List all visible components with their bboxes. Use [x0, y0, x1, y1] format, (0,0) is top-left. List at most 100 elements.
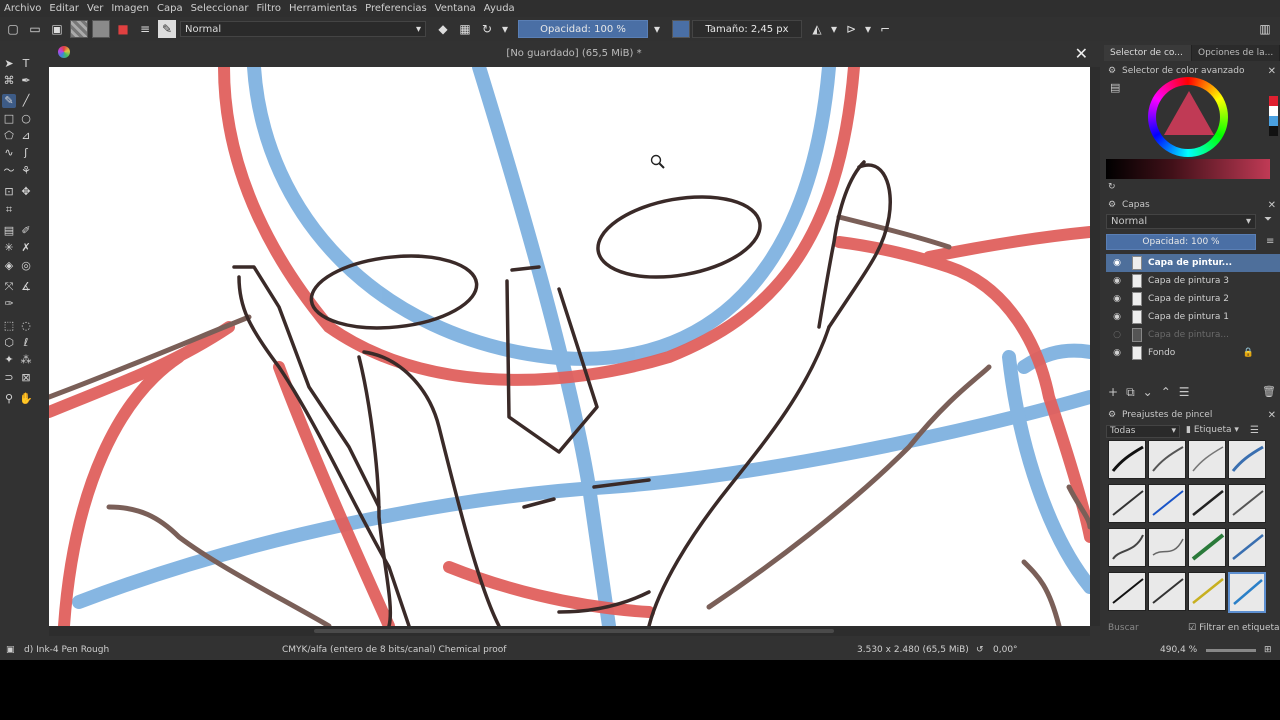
refresh-icon[interactable]: ↻ — [1108, 182, 1116, 192]
close-icon[interactable]: ✕ — [1268, 66, 1276, 77]
ellipse-select-icon[interactable]: ◌ — [19, 319, 33, 333]
brush-settings-icon[interactable]: ≡ — [136, 20, 154, 38]
new-document-icon[interactable]: ▢ — [4, 20, 22, 38]
menu-capa[interactable]: Capa — [153, 3, 187, 14]
pan-tool-icon[interactable]: ✋ — [19, 392, 33, 406]
similar-select-icon[interactable]: ⁂ — [19, 353, 33, 367]
brush-search-input[interactable]: Buscar — [1108, 623, 1139, 633]
zoom-menu-icon[interactable]: ⊞ — [1264, 645, 1272, 655]
edit-shapes-icon[interactable]: ⌘ — [2, 74, 16, 88]
brush-preset-selected[interactable] — [1228, 572, 1266, 613]
settings-icon[interactable]: ▤ — [1110, 81, 1120, 94]
brush-preset[interactable] — [1148, 440, 1186, 479]
brush-preset[interactable] — [1228, 484, 1266, 523]
eye-hidden-icon[interactable]: ○ — [1110, 330, 1124, 340]
eye-icon[interactable]: ◉ — [1110, 348, 1124, 358]
trash-icon[interactable]: 🗑 — [1262, 385, 1276, 398]
brush-filter-select[interactable]: Todas ▾ — [1106, 425, 1180, 438]
brush-preset[interactable] — [1148, 572, 1186, 611]
menu-imagen[interactable]: Imagen — [107, 3, 153, 14]
vertical-scrollbar[interactable] — [1090, 67, 1100, 626]
reference-tool-icon[interactable]: ✑ — [2, 297, 16, 311]
menu-archivo[interactable]: Archivo — [0, 3, 45, 14]
chevron-down-icon[interactable]: ▾ — [864, 20, 872, 38]
gradient-swatch[interactable] — [70, 20, 88, 38]
duplicate-layer-icon[interactable]: ⧉ — [1126, 385, 1135, 400]
open-folder-icon[interactable]: ▭ — [26, 20, 44, 38]
brush-preset[interactable] — [1228, 528, 1266, 567]
brush-preset[interactable] — [1188, 572, 1226, 611]
gear-icon[interactable]: ⚙ — [1108, 410, 1116, 420]
fill-tool-icon[interactable]: ◈ — [2, 259, 16, 273]
save-icon[interactable]: ▣ — [48, 20, 66, 38]
menu-seleccionar[interactable]: Seleccionar — [187, 3, 253, 14]
horizontal-scrollbar[interactable] — [49, 626, 1090, 636]
move-tool-icon[interactable]: ✥ — [19, 185, 33, 199]
assistant-tool-icon[interactable]: ⤧ — [2, 280, 16, 294]
wrap-icon[interactable]: ⌐ — [876, 20, 894, 38]
mirror-vertical-icon[interactable]: ⊳ — [842, 20, 860, 38]
menu-preferencias[interactable]: Preferencias — [361, 3, 431, 14]
brush-preset[interactable] — [1228, 440, 1266, 479]
color-history-strip[interactable] — [1269, 96, 1278, 136]
menu-ver[interactable]: Ver — [83, 3, 107, 14]
bezier-tool-icon[interactable]: ∿ — [2, 146, 16, 160]
hue-ring[interactable] — [1148, 77, 1228, 157]
brush-preset[interactable] — [1108, 484, 1146, 523]
color-picker-icon[interactable]: ✐ — [19, 224, 33, 238]
zoom-tool-icon[interactable]: ⚲ — [2, 392, 16, 406]
chevron-down-icon[interactable]: ▾ — [652, 20, 662, 38]
zoom-slider[interactable] — [1206, 649, 1256, 652]
transform-tool-icon[interactable]: ⊡ — [2, 185, 16, 199]
polygon-tool-icon[interactable]: ⬠ — [2, 129, 16, 143]
menu-ayuda[interactable]: Ayuda — [480, 3, 519, 14]
menu-ventana[interactable]: Ventana — [431, 3, 480, 14]
magnetic-select-icon[interactable]: ⊠ — [19, 371, 33, 385]
brush-preset[interactable] — [1148, 484, 1186, 523]
select-shapes-icon[interactable]: ➤ — [2, 57, 16, 71]
layer-row[interactable]: ◉ Capa de pintura 2 — [1106, 290, 1280, 308]
checkbox-icon[interactable]: ☑ — [1188, 623, 1196, 633]
eye-icon[interactable]: ◉ — [1110, 258, 1124, 268]
freehand-path-icon[interactable]: ʃ — [19, 146, 33, 160]
smart-patch-icon[interactable]: ✗ — [19, 241, 33, 255]
close-icon[interactable]: ✕ — [1268, 410, 1276, 421]
chevron-down-icon[interactable]: ▾ — [830, 20, 838, 38]
add-layer-icon[interactable]: + — [1108, 385, 1118, 400]
brush-preset[interactable] — [1188, 440, 1226, 479]
brush-preset-icon[interactable]: ✎ — [158, 20, 176, 38]
layer-properties-icon[interactable]: ☰ — [1179, 385, 1190, 400]
brush-preset[interactable] — [1108, 528, 1146, 567]
blend-mode-select[interactable]: Normal ▾ — [180, 21, 426, 37]
bezier-select-icon[interactable]: ⊃ — [2, 371, 16, 385]
polyline-tool-icon[interactable]: ⊿ — [19, 129, 33, 143]
pattern-swatch[interactable] — [92, 20, 110, 38]
menu-icon[interactable]: ≡ — [1266, 236, 1274, 247]
layer-row[interactable]: ◉ Capa de pintura 3 — [1106, 272, 1280, 290]
status-zoom[interactable]: 490,4 % — [1160, 645, 1197, 655]
eye-icon[interactable]: ◉ — [1110, 276, 1124, 286]
text-tool-icon[interactable]: T — [19, 57, 33, 71]
eye-icon[interactable]: ◉ — [1110, 294, 1124, 304]
ellipse-tool-icon[interactable]: ○ — [19, 112, 33, 126]
freehand-brush-icon[interactable]: ✎ — [2, 94, 16, 108]
multibrush-icon[interactable]: ⚘ — [19, 164, 33, 178]
close-icon[interactable]: ✕ — [1268, 200, 1276, 211]
tab-color-selector[interactable]: Selector de co... — [1104, 45, 1192, 61]
brush-preset[interactable] — [1188, 484, 1226, 523]
brush-preset[interactable] — [1108, 572, 1146, 611]
eraser-icon[interactable]: ◆ — [434, 20, 452, 38]
lock-icon[interactable]: 🔒 — [1243, 348, 1254, 358]
gear-icon[interactable]: ⚙ — [1108, 200, 1116, 210]
mirror-horizontal-icon[interactable]: ◭ — [808, 20, 826, 38]
brush-preset[interactable] — [1148, 528, 1186, 567]
crop-tool-icon[interactable]: ⌗ — [2, 203, 16, 217]
status-colorspace[interactable]: CMYK/alfa (entero de 8 bits/canal) Chemi… — [282, 645, 506, 655]
rect-select-icon[interactable]: ⬚ — [2, 319, 16, 333]
calligraphy-icon[interactable]: ✒ — [19, 74, 33, 88]
polygon-select-icon[interactable]: ⬡ — [2, 336, 16, 350]
color-triangle[interactable] — [1164, 91, 1214, 135]
filter-icon[interactable]: ⏷ — [1264, 214, 1272, 225]
size-slider[interactable]: Tamaño: 2,45 px — [692, 20, 802, 38]
eye-icon[interactable]: ◉ — [1110, 312, 1124, 322]
